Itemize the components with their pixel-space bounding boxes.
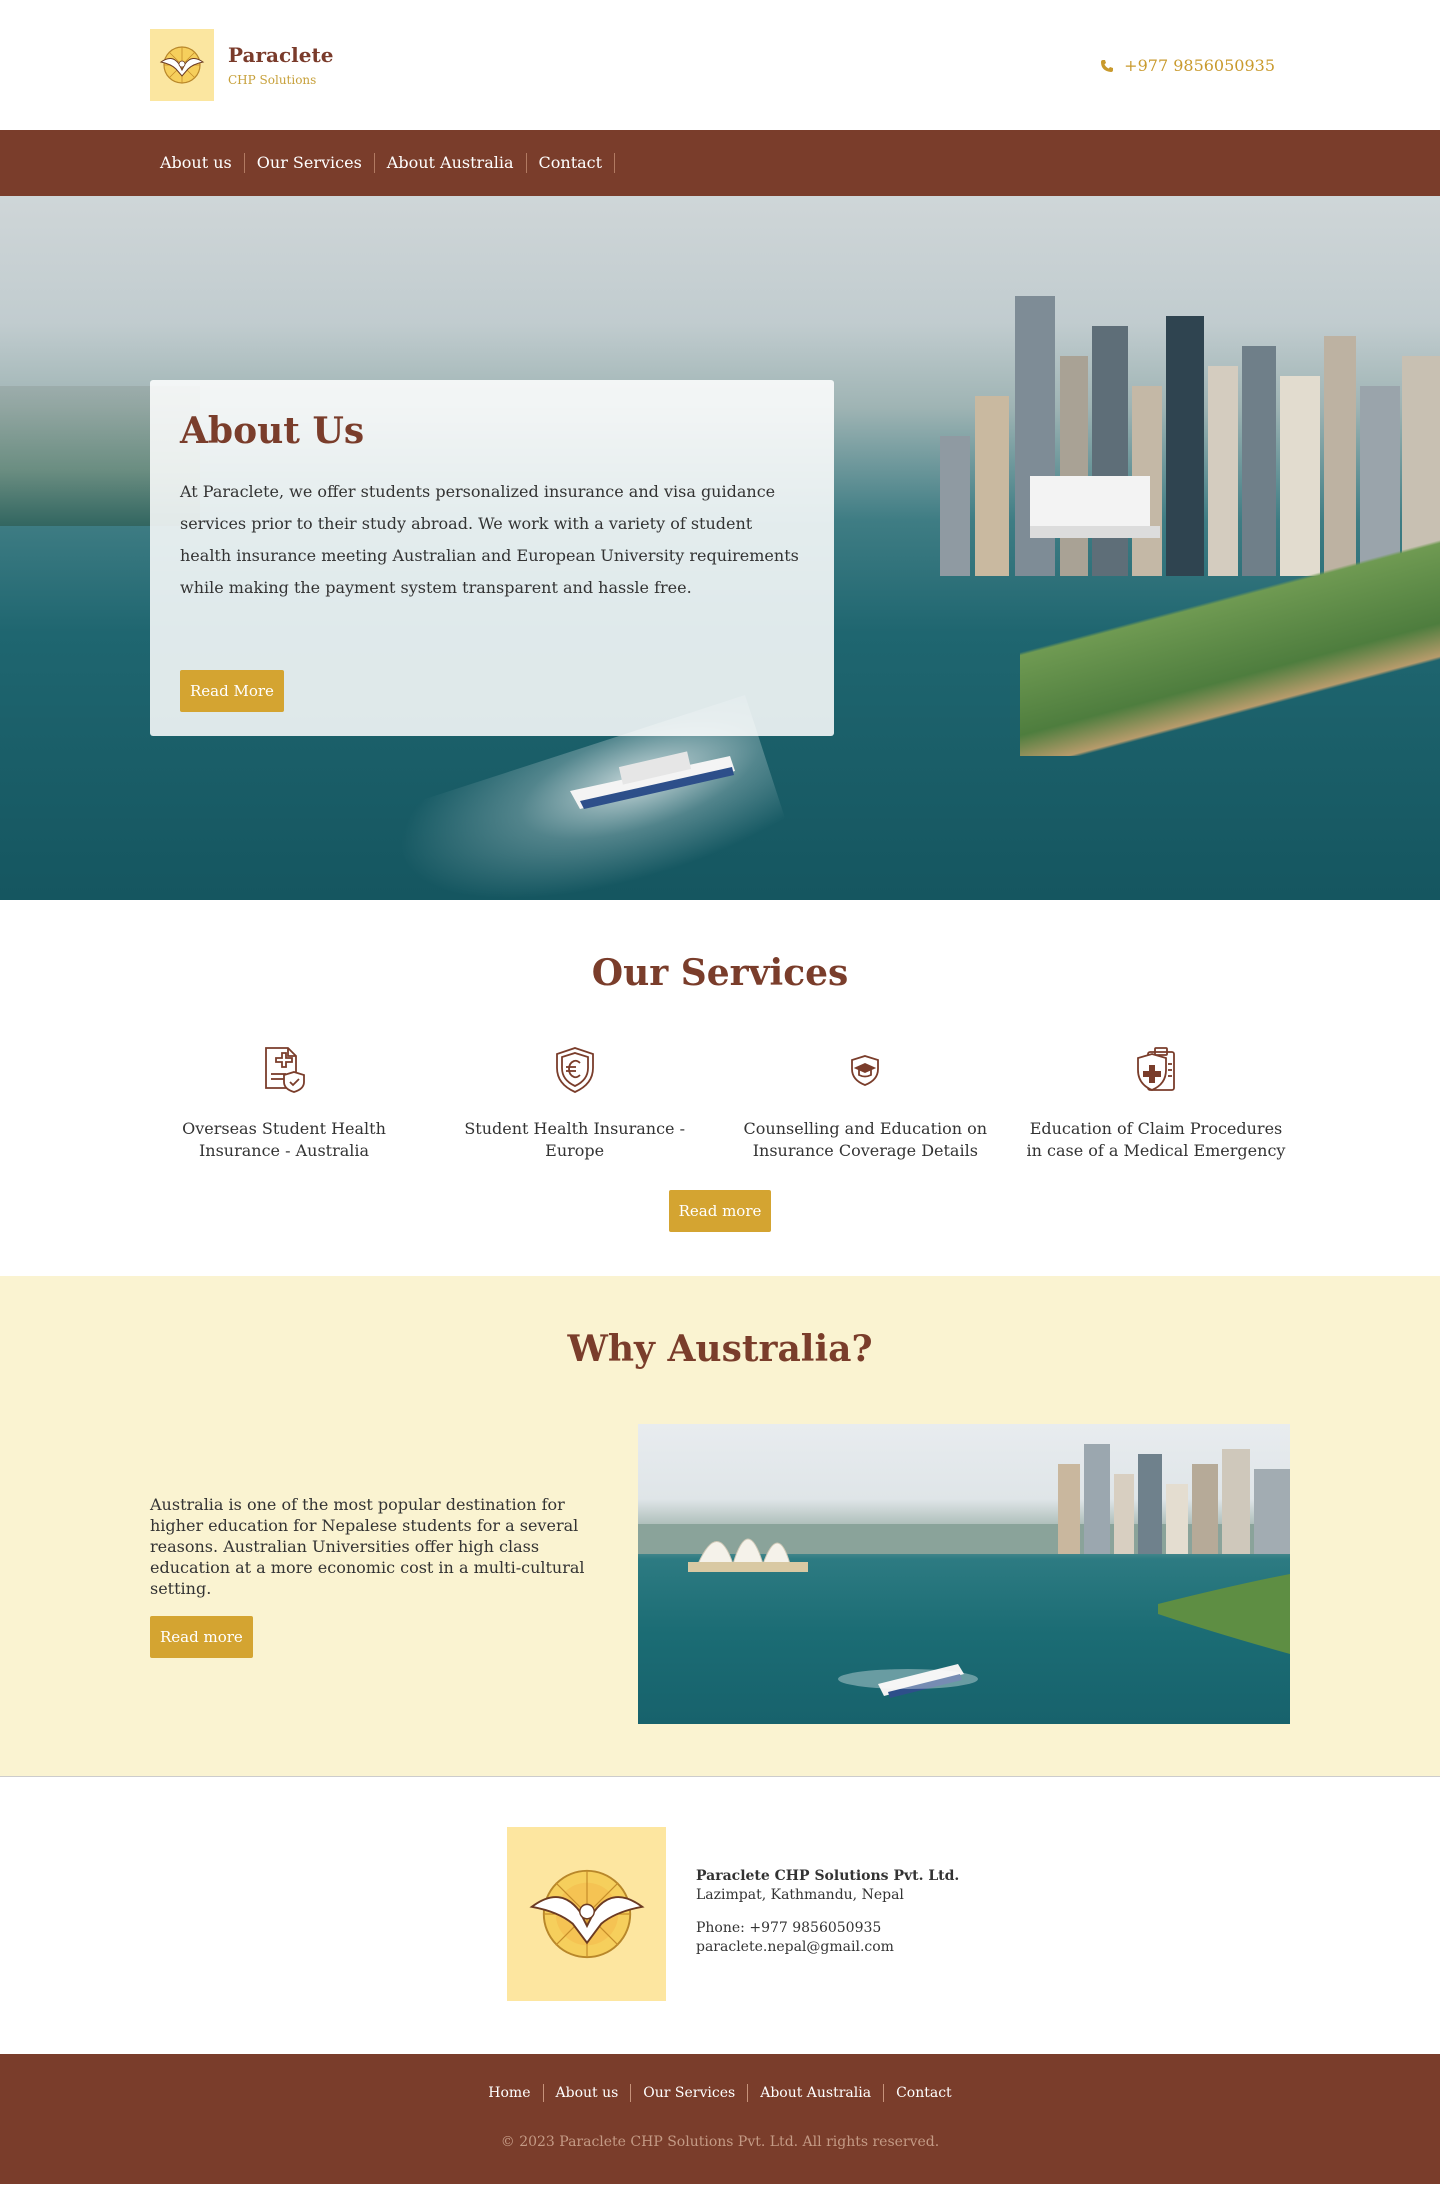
- footer-nav: Home About us Our Services About Austral…: [0, 2054, 1440, 2102]
- service-label: Overseas Student Health Insurance - Aust…: [182, 1119, 386, 1160]
- service-label: Counselling and Education on Insurance C…: [743, 1119, 988, 1160]
- copyright-text: © 2023 Paraclete CHP Solutions Pvt. Ltd.…: [500, 2134, 940, 2150]
- about-title: About Us: [180, 410, 365, 452]
- services-grid: Overseas Student Health Insurance - Aust…: [150, 1044, 1290, 1162]
- brand[interactable]: Paraclete CHP Solutions: [150, 29, 333, 101]
- footer-link-about-us[interactable]: About us: [544, 2084, 632, 2102]
- services-read-more-button[interactable]: Read more: [668, 1190, 772, 1232]
- brand-name: Paraclete: [228, 43, 334, 67]
- service-label: Student Health Insurance - Europe: [464, 1119, 685, 1160]
- contact-section: Paraclete CHP Solutions Pvt. Ltd. Lazimp…: [0, 1777, 1440, 2054]
- phone-number: +977 9856050935: [1124, 55, 1275, 75]
- euro-shield-icon: [441, 1044, 709, 1096]
- company-email[interactable]: paraclete.nepal@gmail.com: [696, 1938, 959, 1957]
- company-address: Lazimpat, Kathmandu, Nepal: [696, 1887, 904, 1903]
- nav-item-about-australia[interactable]: About Australia: [375, 153, 527, 173]
- contact-info: Paraclete CHP Solutions Pvt. Ltd. Lazimp…: [696, 1867, 959, 1957]
- footer-link-our-services[interactable]: Our Services: [631, 2084, 749, 2102]
- why-australia-text: Australia is one of the most popular des…: [150, 1495, 585, 1598]
- footer-link-contact[interactable]: Contact: [884, 2084, 964, 2102]
- nav-item-about-us[interactable]: About us: [150, 153, 245, 173]
- why-australia-read-more-button[interactable]: Read more: [150, 1616, 253, 1658]
- sydney-harbour-image: [638, 1424, 1290, 1724]
- nav-item-contact[interactable]: Contact: [527, 153, 616, 173]
- footer-link-about-australia[interactable]: About Australia: [748, 2084, 885, 2102]
- medical-claim-icon: [1022, 1044, 1290, 1096]
- service-item[interactable]: Student Health Insurance - Europe: [441, 1044, 709, 1162]
- hero-park-shore: [1020, 536, 1440, 756]
- hero-ferry-image: [570, 751, 735, 809]
- site-footer: Home About us Our Services About Austral…: [0, 2054, 1440, 2184]
- dove-logo-icon: [150, 29, 214, 101]
- company-phone[interactable]: Phone: +977 9856050935: [696, 1919, 959, 1938]
- company-name: Paraclete CHP Solutions Pvt. Ltd.: [696, 1868, 960, 1884]
- why-australia-title: Why Australia?: [567, 1328, 873, 1370]
- brand-subtitle: CHP Solutions: [228, 73, 317, 87]
- hero-section: About Us At Paraclete, we offer students…: [0, 196, 1440, 900]
- dove-logo-icon: [507, 1827, 666, 2001]
- service-item[interactable]: Overseas Student Health Insurance - Aust…: [150, 1044, 418, 1162]
- about-card: About Us At Paraclete, we offer students…: [150, 380, 834, 736]
- main-nav: About us Our Services About Australia Co…: [0, 130, 1440, 196]
- header-phone[interactable]: +977 9856050935: [1100, 56, 1290, 75]
- graduate-shield-icon: [731, 1044, 999, 1096]
- services-title: Our Services: [591, 952, 849, 994]
- service-item[interactable]: Education of Claim Procedures in case of…: [1022, 1044, 1290, 1162]
- about-read-more-button[interactable]: Read More: [180, 670, 284, 712]
- site-header: Paraclete CHP Solutions +977 9856050935: [0, 0, 1440, 130]
- about-text: At Paraclete, we offer students personal…: [180, 482, 799, 597]
- footer-link-home[interactable]: Home: [476, 2084, 544, 2102]
- service-label: Education of Claim Procedures in case of…: [1026, 1119, 1286, 1160]
- service-item[interactable]: Counselling and Education on Insurance C…: [731, 1044, 999, 1162]
- health-document-icon: [150, 1044, 418, 1096]
- why-australia-section: Why Australia? Australia is one of the m…: [0, 1276, 1440, 1776]
- services-section: Our Services Overseas Student Health Ins…: [0, 900, 1440, 1276]
- nav-item-our-services[interactable]: Our Services: [245, 153, 375, 173]
- phone-icon: [1100, 58, 1114, 72]
